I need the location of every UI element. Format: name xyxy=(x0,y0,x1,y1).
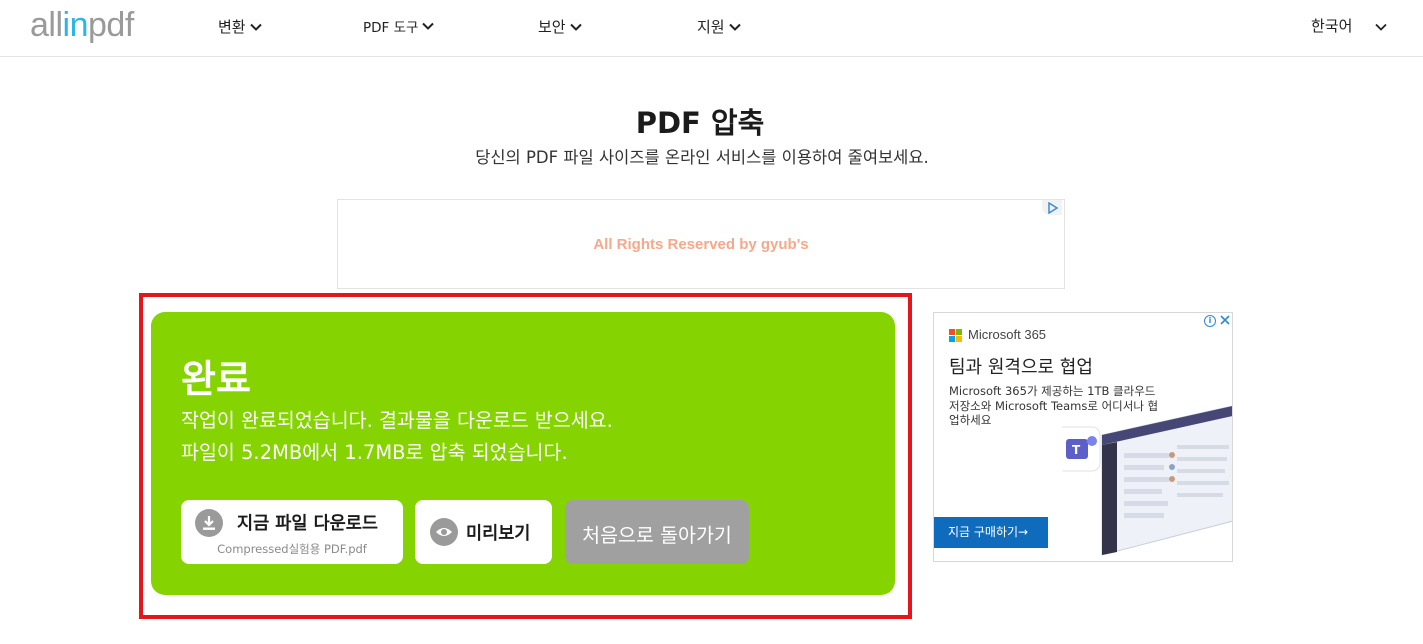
start-over-button[interactable]: 처음으로 돌아가기 xyxy=(565,500,749,564)
preview-button[interactable]: 미리보기 xyxy=(415,500,552,564)
download-file-name: Compressed실험용 PDF.pdf xyxy=(217,542,367,556)
download-icon xyxy=(195,509,223,537)
logo-text-in: in xyxy=(62,6,89,44)
chevron-down-icon[interactable] xyxy=(1374,20,1388,34)
ad-brand: Microsoft 365 xyxy=(968,327,1047,342)
chevron-down-icon xyxy=(249,23,262,31)
completion-panel: 완료 작업이 완료되었습니다. 결과물을 다운로드 받으세요. 파일이 5.2M… xyxy=(151,312,895,595)
nav-convert[interactable]: 변환 xyxy=(218,16,262,37)
page-title: PDF 압축 xyxy=(635,106,765,140)
top-header: allinpdf 변환 PDF 도구 보안 지원 한국어 xyxy=(0,0,1423,57)
nav-support[interactable]: 지원 xyxy=(697,16,741,37)
download-file-button[interactable]: 지금 파일 다운로드 Compressed실험용 PDF.pdf xyxy=(181,500,403,564)
page-subtitle: 당신의 PDF 파일 사이즈를 온라인 서비스를 이용하여 줄여보세요. xyxy=(475,148,929,167)
microsoft-logo-icon xyxy=(949,329,963,343)
nav-convert-label: 변환 xyxy=(218,18,246,36)
svg-text:T: T xyxy=(1072,443,1081,457)
download-button-label: 지금 파일 다운로드 xyxy=(237,514,378,534)
completion-title: 완료 xyxy=(181,357,251,401)
nav-pdf-tools[interactable]: PDF 도구 xyxy=(363,16,435,36)
logo-text-all: all xyxy=(30,6,63,44)
nav-pdf-tools-label: PDF 도구 xyxy=(363,20,419,36)
top-banner-ad[interactable]: All Rights Reserved by gyub's xyxy=(337,199,1065,289)
ad-info-icon[interactable]: i xyxy=(1204,315,1216,327)
ad-headline: 팀과 원격으로 협업 xyxy=(949,357,1093,378)
nav-security-label: 보안 xyxy=(538,18,566,36)
allinpdf-logo[interactable]: allinpdf xyxy=(30,6,134,45)
buy-now-button[interactable]: 지금 구매하기→ xyxy=(934,517,1048,548)
adchoices-icon[interactable] xyxy=(1042,200,1062,215)
chevron-down-icon xyxy=(569,23,582,31)
completion-message: 작업이 완료되었습니다. 결과물을 다운로드 받으세요. xyxy=(181,409,613,432)
logo-text-pdf: pdf xyxy=(88,6,134,44)
chevron-down-icon xyxy=(422,22,435,30)
ad-banner-text: All Rights Reserved by gyub's xyxy=(593,236,809,253)
eye-icon xyxy=(430,518,458,546)
teams-laptop-illustration: T xyxy=(1062,405,1232,556)
chevron-down-icon xyxy=(728,23,741,31)
compression-result: 파일이 5.2MB에서 1.7MB로 압축 되었습니다. xyxy=(181,441,568,464)
nav-security[interactable]: 보안 xyxy=(538,16,582,37)
close-icon[interactable] xyxy=(1219,314,1231,326)
start-over-button-label: 처음으로 돌아가기 xyxy=(582,524,732,547)
nav-support-label: 지원 xyxy=(697,18,725,36)
microsoft-365-ad[interactable]: Microsoft 365 i 팀과 원격으로 협업 Microsoft 365… xyxy=(933,312,1233,562)
preview-button-label: 미리보기 xyxy=(466,524,531,544)
language-selector[interactable]: 한국어 xyxy=(1311,15,1352,36)
